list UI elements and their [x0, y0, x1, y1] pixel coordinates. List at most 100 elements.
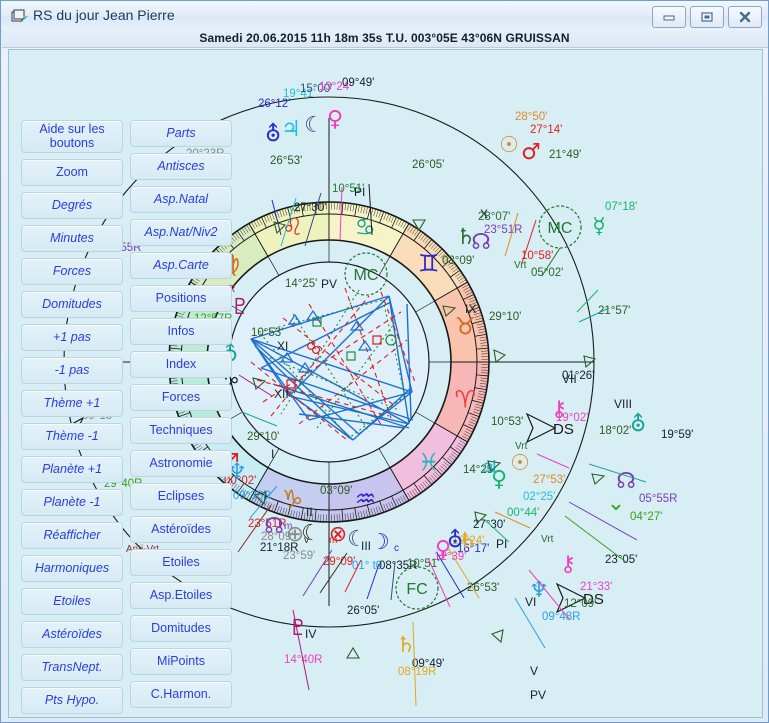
- button-label: Aide sur les boutons: [39, 122, 105, 150]
- zodiac-glyph-leo: ♌: [282, 213, 304, 241]
- button-label: Asp.Natal: [153, 191, 209, 206]
- btn-degres[interactable]: Degrés: [21, 192, 123, 219]
- window-controls: [652, 6, 762, 28]
- house-numeral-IX: IX: [465, 302, 476, 316]
- btn-moins1-pas[interactable]: -1 pas: [21, 357, 123, 384]
- btn-pts-hypo[interactable]: Pts Hypo.: [21, 687, 123, 714]
- button-label: Index: [165, 356, 197, 371]
- btn-etoiles-left[interactable]: Etoiles: [21, 588, 123, 615]
- degree-label: 12°09': [564, 598, 596, 610]
- zodiac-glyph-capricorn: ♑: [282, 485, 304, 513]
- degree-label: 09°49': [342, 77, 374, 89]
- button-label: Zoom: [56, 164, 88, 179]
- btn-etoiles-right[interactable]: Etoiles: [130, 549, 232, 576]
- chart-annotation: m: [329, 535, 337, 546]
- button-label: Planète -1: [43, 494, 101, 509]
- btn-forces-left[interactable]: Forces: [21, 258, 123, 285]
- btn-forces-right[interactable]: Forces: [130, 384, 232, 411]
- btn-planete-moins1[interactable]: Planète -1: [21, 489, 123, 516]
- chart-annotation: Vrt: [514, 260, 527, 271]
- btn-asp-etoiles[interactable]: Asp.Etoiles: [130, 582, 232, 609]
- zodiac-glyph-pisces: ♓: [418, 449, 440, 477]
- planet-glyph-saturn-bottom: ♄: [458, 529, 478, 554]
- button-label: Techniques: [149, 422, 213, 437]
- degree-label: 27°14': [530, 124, 562, 136]
- btn-asp-nat-niv2[interactable]: Asp.Nat/Niv2: [130, 219, 232, 246]
- button-label: Asp.Nat/Niv2: [144, 224, 218, 239]
- title-bar: RS du jour Jean Pierre: [1, 1, 768, 32]
- planet-glyph-north-node: ☊: [471, 230, 491, 255]
- degree-label: 21°33': [580, 581, 612, 593]
- degree-label: 01°26': [562, 370, 594, 382]
- planet-glyph-saturn-pv: ♄: [396, 633, 416, 658]
- cusp-pv-top: PV: [321, 277, 337, 291]
- button-label: Domitudes: [42, 296, 102, 311]
- degree-label: 10°53': [491, 416, 523, 428]
- btn-domitudes-left[interactable]: Domitudes: [21, 291, 123, 318]
- btn-asteroides-right[interactable]: Astéroïdes: [130, 516, 232, 543]
- button-label: C.Harmon.: [150, 686, 212, 701]
- btn-positions[interactable]: Positions: [130, 285, 232, 312]
- btn-zoom[interactable]: Zoom: [21, 159, 123, 186]
- planet-glyph-moon: ☾: [304, 113, 324, 138]
- zodiac-glyph-aries: ♈: [454, 386, 476, 414]
- button-label: Degrés: [51, 197, 93, 212]
- button-label: Minutes: [50, 230, 94, 245]
- minimize-button[interactable]: [652, 6, 686, 28]
- degree-label: 03°09': [442, 255, 474, 267]
- btn-reafficher[interactable]: Réafficher: [21, 522, 123, 549]
- planet-glyph-moon-bottom: ☾: [347, 527, 367, 552]
- planet-glyph-descending-node: ⌄: [607, 491, 625, 516]
- btn-plus1-pas[interactable]: +1 pas: [21, 324, 123, 351]
- button-label: Thème -1: [45, 428, 99, 443]
- btn-mipoints[interactable]: MiPoints: [130, 648, 232, 675]
- btn-antisces[interactable]: Antisces: [130, 153, 232, 180]
- maximize-button[interactable]: [690, 6, 724, 28]
- btn-domitudes-right[interactable]: Domitudes: [130, 615, 232, 642]
- planet-glyph-mercury: ☿: [592, 214, 606, 239]
- btn-index[interactable]: Index: [130, 351, 232, 378]
- btn-theme-moins1[interactable]: Thème -1: [21, 423, 123, 450]
- btn-asp-carte[interactable]: Asp.Carte: [130, 252, 232, 279]
- btn-charmon[interactable]: C.Harmon.: [130, 681, 232, 708]
- degree-label: 28°50': [515, 111, 547, 123]
- window-restore-icon: [11, 9, 28, 24]
- close-button[interactable]: [728, 6, 762, 28]
- degree-label: 03°09': [320, 485, 352, 497]
- button-label: Positions: [155, 290, 207, 305]
- degree-label: 02°25': [523, 491, 555, 503]
- btn-aide-sur-les-boutons[interactable]: Aide sur les boutons: [21, 120, 123, 153]
- house-numeral-XI: XI: [277, 339, 288, 353]
- button-label: +1 pas: [53, 329, 91, 344]
- btn-minutes[interactable]: Minutes: [21, 225, 123, 252]
- chart-annotation: m: [284, 521, 292, 532]
- btn-infos[interactable]: Infos: [130, 318, 232, 345]
- button-label: Forces: [52, 263, 92, 278]
- button-label: Infos: [167, 323, 195, 338]
- degree-label: 29°10': [489, 311, 521, 323]
- btn-astronomie[interactable]: Astronomie: [130, 450, 232, 477]
- degree-label: 10°51': [332, 183, 364, 195]
- cusp-pv-bottom: PV: [530, 688, 546, 702]
- degree-label: 29°10': [247, 431, 279, 443]
- degree-label: 01° t0: [352, 560, 382, 572]
- btn-harmoniques[interactable]: Harmoniques: [21, 555, 123, 582]
- btn-asteroides-left[interactable]: Astéroïdes: [21, 621, 123, 648]
- planet-glyph-moon-bottom2: ☽: [370, 530, 390, 555]
- planet-glyph-mars: ♂: [521, 140, 541, 165]
- btn-planete-plus1[interactable]: Planète +1: [21, 456, 123, 483]
- zodiac-glyph-aquarius: ♒: [355, 485, 377, 513]
- btn-techniques[interactable]: Techniques: [130, 417, 232, 444]
- button-label: Pts Hypo.: [44, 692, 100, 707]
- btn-theme-plus1[interactable]: Thème +1: [21, 390, 123, 417]
- cusp-mc2-label: MC: [548, 220, 573, 237]
- btn-transnept[interactable]: TransNept.: [21, 654, 123, 681]
- degree-label: 09°48R: [542, 611, 581, 623]
- window-title: RS du jour Jean Pierre: [33, 7, 175, 23]
- btn-eclipses[interactable]: Eclipses: [130, 483, 232, 510]
- button-label: Domitudes: [151, 620, 211, 635]
- btn-asp-natal[interactable]: Asp.Natal: [130, 186, 232, 213]
- planet-glyph-jupiter: ♃: [281, 117, 301, 142]
- planet-glyph-chiron-right: ⚷: [560, 552, 576, 577]
- btn-parts[interactable]: Parts: [130, 120, 232, 147]
